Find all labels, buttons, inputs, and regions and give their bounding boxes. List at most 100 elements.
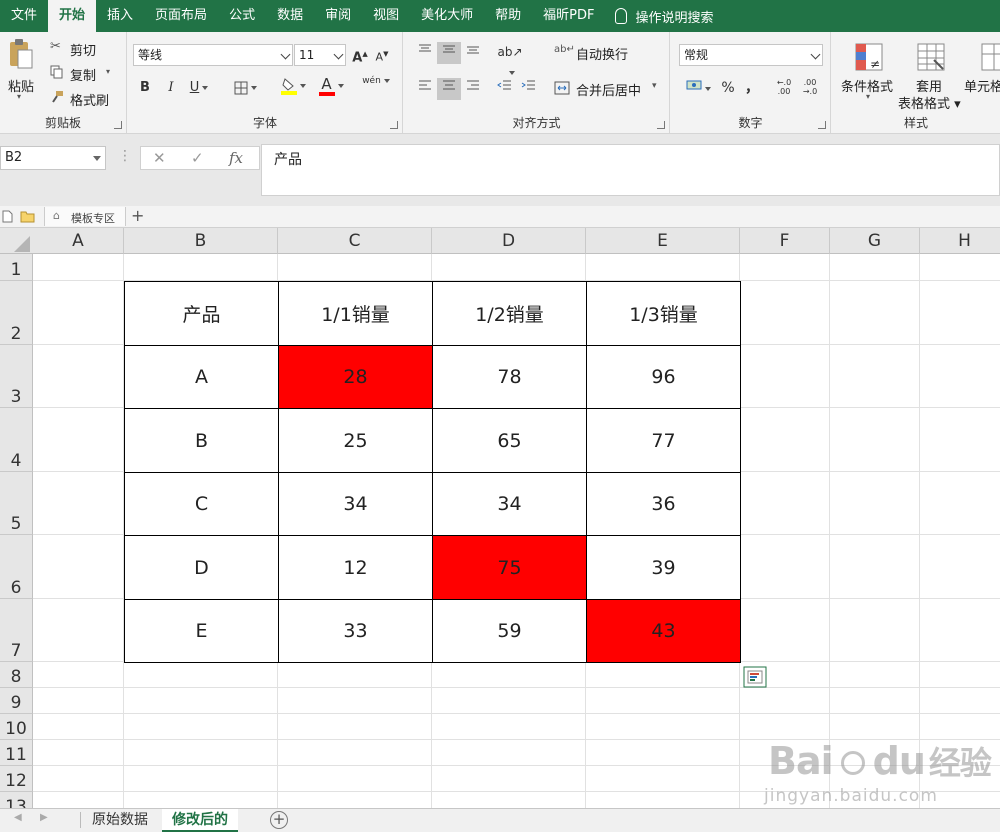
table-header-cell[interactable]: 1/3销量 xyxy=(586,281,741,346)
table-cell[interactable]: 77 xyxy=(586,408,741,473)
chevron-down-icon[interactable] xyxy=(93,156,101,161)
table-cell[interactable]: C xyxy=(124,472,279,536)
table-cell[interactable]: D xyxy=(124,535,279,600)
italic-button[interactable]: I xyxy=(162,78,180,100)
row-header-2[interactable]: 2 xyxy=(0,281,33,345)
tab-data[interactable]: 数据 xyxy=(266,0,314,32)
font-name-select[interactable]: 等线 xyxy=(133,44,293,66)
decrease-indent-button[interactable] xyxy=(494,78,516,100)
scroll-right-icon[interactable]: ▶ xyxy=(40,812,48,823)
format-as-table-button[interactable]: 套用 表格格式 ▾ xyxy=(898,40,964,112)
align-center-button[interactable] xyxy=(437,78,461,100)
tab-file[interactable]: 文件 xyxy=(0,0,48,32)
tab-view[interactable]: 视图 xyxy=(362,0,410,32)
paste-button[interactable]: 粘贴 ▾ xyxy=(8,38,36,101)
tab-foxit-pdf[interactable]: 福昕PDF xyxy=(532,0,605,32)
tell-me-search[interactable]: 操作说明搜索 xyxy=(615,0,714,32)
row-header-11[interactable]: 11 xyxy=(0,740,33,766)
quick-analysis-icon[interactable] xyxy=(743,666,767,688)
table-cell[interactable]: 12 xyxy=(278,535,433,600)
tab-home[interactable]: 开始 xyxy=(48,0,97,32)
column-header-h[interactable]: H xyxy=(920,228,1000,254)
tab-review[interactable]: 审阅 xyxy=(314,0,362,32)
table-cell[interactable]: A xyxy=(124,345,279,409)
row-header-4[interactable]: 4 xyxy=(0,408,33,472)
tab-insert[interactable]: 插入 xyxy=(96,0,144,32)
increase-indent-button[interactable] xyxy=(518,78,540,100)
row-header-9[interactable]: 9 xyxy=(0,688,33,714)
table-cell[interactable]: 59 xyxy=(432,599,587,663)
align-middle-button[interactable] xyxy=(437,42,461,64)
decrease-font-size-button[interactable]: A▼ xyxy=(374,44,390,66)
align-left-button[interactable] xyxy=(414,78,436,100)
formula-input[interactable]: 产品 xyxy=(261,144,1000,196)
column-header-f[interactable]: F xyxy=(740,228,830,254)
bold-button[interactable]: B xyxy=(136,78,154,100)
table-header-cell[interactable]: 1/2销量 xyxy=(432,281,587,346)
column-header-b[interactable]: B xyxy=(124,228,278,254)
underline-button[interactable]: U xyxy=(186,78,212,100)
phonetic-guide-button[interactable]: wén xyxy=(358,76,394,98)
table-cell[interactable]: E xyxy=(124,599,279,663)
add-sheet-button[interactable]: + xyxy=(270,811,288,829)
percent-style-button[interactable]: % xyxy=(719,78,737,100)
dialog-launcher-icon[interactable] xyxy=(114,121,122,129)
column-header-d[interactable]: D xyxy=(432,228,586,254)
column-header-c[interactable]: C xyxy=(278,228,432,254)
conditional-formatting-button[interactable]: ≠ 条件格式 ▾ xyxy=(836,40,902,110)
row-header-12[interactable]: 12 xyxy=(0,766,33,792)
row-header-1[interactable]: 1 xyxy=(0,254,33,281)
row-header-5[interactable]: 5 xyxy=(0,472,33,535)
table-cell[interactable]: 33 xyxy=(278,599,433,663)
sheet-tab-modified[interactable]: 修改后的 xyxy=(162,809,238,832)
table-cell[interactable]: 36 xyxy=(586,472,741,536)
table-cell[interactable]: 34 xyxy=(432,472,587,536)
tab-help[interactable]: 帮助 xyxy=(484,0,532,32)
add-tab-button[interactable]: + xyxy=(131,206,144,225)
dialog-launcher-icon[interactable] xyxy=(390,121,398,129)
increase-decimal-button[interactable]: ←.0.00 xyxy=(773,78,795,100)
dialog-launcher-icon[interactable] xyxy=(657,121,665,129)
increase-font-size-button[interactable]: A▲ xyxy=(352,44,368,66)
folder-icon[interactable] xyxy=(20,210,35,223)
decrease-decimal-button[interactable]: .00 →.0 xyxy=(799,78,821,100)
accounting-format-button[interactable] xyxy=(681,78,715,100)
row-header-6[interactable]: 6 xyxy=(0,535,33,599)
align-bottom-button[interactable] xyxy=(462,42,484,64)
column-header-e[interactable]: E xyxy=(586,228,740,254)
column-header-a[interactable]: A xyxy=(33,228,124,254)
dialog-launcher-icon[interactable] xyxy=(818,121,826,129)
scroll-left-icon[interactable]: ◀ xyxy=(14,812,22,823)
number-format-select[interactable]: 常规 xyxy=(679,44,823,66)
column-header-g[interactable]: G xyxy=(830,228,920,254)
orientation-button[interactable]: ab↗ xyxy=(494,42,526,75)
table-header-cell[interactable]: 1/1销量 xyxy=(278,281,433,346)
cell-styles-button[interactable]: 单元格 xyxy=(962,40,1000,110)
font-size-select[interactable]: 11 xyxy=(294,44,346,66)
table-cell[interactable]: 28 xyxy=(278,345,433,409)
row-header-10[interactable]: 10 xyxy=(0,714,33,740)
tab-beautify[interactable]: 美化大师 xyxy=(410,0,484,32)
table-cell[interactable]: 34 xyxy=(278,472,433,536)
align-right-button[interactable] xyxy=(462,78,484,100)
borders-button[interactable] xyxy=(228,78,262,100)
tab-page-layout[interactable]: 页面布局 xyxy=(144,0,218,32)
cancel-icon[interactable]: ✕ xyxy=(153,149,166,167)
enter-icon[interactable]: ✓ xyxy=(191,149,204,167)
sheet-tab-original[interactable]: 原始数据 xyxy=(82,809,158,832)
template-tab[interactable]: ⌂ 模板专区 xyxy=(44,207,126,226)
table-header-cell[interactable]: 产品 xyxy=(124,281,279,346)
new-file-icon[interactable] xyxy=(2,210,13,223)
tab-formulas[interactable]: 公式 xyxy=(218,0,266,32)
row-header-8[interactable]: 8 xyxy=(0,662,33,688)
align-top-button[interactable] xyxy=(414,42,436,64)
name-box[interactable]: B2 xyxy=(0,146,106,170)
table-cell[interactable]: 25 xyxy=(278,408,433,473)
select-all-corner[interactable] xyxy=(0,228,34,254)
table-cell[interactable]: 78 xyxy=(432,345,587,409)
table-cell[interactable]: 96 xyxy=(586,345,741,409)
table-cell[interactable]: 43 xyxy=(586,599,741,663)
table-cell[interactable]: 75 xyxy=(432,535,587,600)
insert-function-icon[interactable]: fx xyxy=(229,149,243,167)
row-header-7[interactable]: 7 xyxy=(0,599,33,662)
